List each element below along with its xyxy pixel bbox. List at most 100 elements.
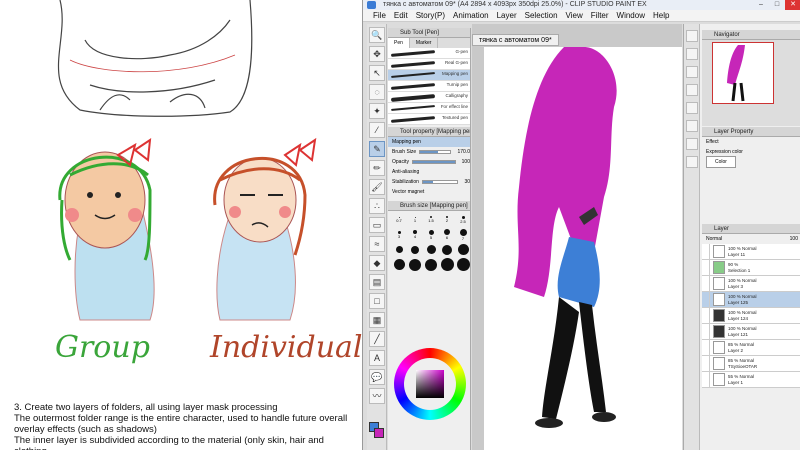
size-preset[interactable]: 0.7	[392, 213, 406, 226]
blend-mode-select[interactable]: Normal	[706, 234, 722, 244]
layer-opacity[interactable]: 100	[790, 234, 798, 244]
size-preset[interactable]: 5	[424, 228, 438, 241]
size-preset[interactable]	[424, 258, 438, 271]
layer-row[interactable]: 100 % Normal Layer 3	[702, 275, 800, 292]
menu-file[interactable]: File	[373, 10, 386, 21]
size-preset[interactable]	[440, 258, 454, 271]
balloon-tool-icon[interactable]: 💬	[369, 369, 385, 385]
menu-layer[interactable]: Layer	[497, 10, 517, 21]
brush-item-real-g-pen[interactable]: Real G-pen	[388, 59, 470, 70]
size-preset[interactable]: 2	[440, 213, 454, 226]
size-preset[interactable]	[408, 258, 422, 271]
panel-toggle-icon[interactable]	[686, 48, 698, 60]
size-preset[interactable]	[456, 258, 470, 271]
brush-item-g-pen[interactable]: G-pen	[388, 48, 470, 59]
frame-tool-icon[interactable]: ▦	[369, 312, 385, 328]
size-preset[interactable]	[424, 243, 438, 256]
zoom-tool-icon[interactable]: 🔍	[369, 27, 385, 43]
pen-tool-icon[interactable]: ✎	[369, 141, 385, 157]
gradient-tool-icon[interactable]: ▤	[369, 274, 385, 290]
blend-tool-icon[interactable]: ≈	[369, 236, 385, 252]
size-preset[interactable]: 7	[456, 228, 470, 241]
eraser-tool-icon[interactable]: ▭	[369, 217, 385, 233]
layer-row[interactable]: 85 % Normal TSySioeOTAR	[702, 355, 800, 372]
brush-size-slider[interactable]	[419, 150, 452, 154]
canvas-paper[interactable]	[484, 47, 682, 450]
opacity-row[interactable]: Opacity 100	[388, 157, 470, 167]
menu-help[interactable]: Help	[653, 10, 669, 21]
menu-story[interactable]: Story(P)	[416, 10, 445, 21]
brush-item-turnip-pen[interactable]: Turnip pen	[388, 81, 470, 92]
layer-row-selected[interactable]: 100 % Normal Layer 125	[702, 291, 800, 308]
tab-pen[interactable]: Pen	[388, 38, 410, 48]
size-preset[interactable]	[392, 243, 406, 256]
fill-tool-icon[interactable]: ◆	[369, 255, 385, 271]
correct-line-tool-icon[interactable]: 〰	[369, 388, 385, 404]
airbrush-tool-icon[interactable]: ∴	[369, 198, 385, 214]
panel-toggle-icon[interactable]	[686, 30, 698, 42]
panel-toggle-icon[interactable]	[686, 156, 698, 168]
brush-tool-icon[interactable]: 🖌	[369, 179, 385, 195]
size-preset[interactable]: 4	[408, 228, 422, 241]
minimize-button[interactable]: –	[753, 0, 769, 10]
expression-color-select[interactable]: Color	[702, 156, 800, 168]
layer-row[interactable]: 55 % Normal Layer 1	[702, 371, 800, 388]
layer-row[interactable]: 100 % Normal Layer 121	[702, 323, 800, 340]
maximize-button[interactable]: □	[769, 0, 785, 10]
menu-window[interactable]: Window	[617, 10, 645, 21]
panel-toggle-icon[interactable]	[686, 102, 698, 114]
close-button[interactable]: ✕	[785, 0, 800, 10]
brush-item-textured-pen[interactable]: Textured pen	[388, 114, 470, 125]
menu-view[interactable]: View	[566, 10, 583, 21]
ruler-tool-icon[interactable]: ╱	[369, 331, 385, 347]
lasso-tool-icon[interactable]: ◌	[369, 84, 385, 100]
sub-color-swatch[interactable]	[374, 428, 384, 438]
size-preset[interactable]	[408, 243, 422, 256]
panel-toggle-icon[interactable]	[686, 138, 698, 150]
layer-row[interactable]: 85 % Normal Layer 2	[702, 339, 800, 356]
blend-mode-row[interactable]: Normal 100	[702, 234, 800, 244]
caption-line-2: The outermost folder range is the entire…	[14, 413, 348, 424]
menu-edit[interactable]: Edit	[394, 10, 408, 21]
brush-size-row[interactable]: Brush Size 170.0	[388, 147, 470, 157]
menu-selection[interactable]: Selection	[525, 10, 558, 21]
panel-toggle-icon[interactable]	[686, 84, 698, 96]
stabilization-slider[interactable]	[421, 180, 459, 184]
color-saturation-square[interactable]	[416, 370, 444, 398]
stabilization-row[interactable]: Stabilization 30	[388, 177, 470, 187]
eyedropper-tool-icon[interactable]: ⁄	[369, 122, 385, 138]
tab-marker[interactable]: Marker	[410, 38, 439, 48]
operation-tool-icon[interactable]: ↖	[369, 65, 385, 81]
size-preset[interactable]	[456, 243, 470, 256]
menu-filter[interactable]: Filter	[591, 10, 609, 21]
navigator-preview[interactable]	[712, 42, 774, 104]
layer-row[interactable]: 90 % Selection 1	[702, 259, 800, 276]
layer-property-header: Layer Property	[702, 127, 800, 137]
opacity-slider[interactable]	[411, 160, 456, 164]
figure-tool-icon[interactable]: □	[369, 293, 385, 309]
size-preset[interactable]	[440, 243, 454, 256]
panel-toggle-icon[interactable]	[686, 120, 698, 132]
layer-row[interactable]: 100 % Normal Layer 11	[702, 243, 800, 260]
size-preset[interactable]: 2.5	[456, 213, 470, 226]
antialiasing-row[interactable]: Anti-aliasing	[388, 167, 470, 177]
wand-tool-icon[interactable]: ✦	[369, 103, 385, 119]
vector-magnet-row[interactable]: Vector magnet	[388, 187, 470, 197]
menu-animation[interactable]: Animation	[453, 10, 489, 21]
move-tool-icon[interactable]: ✥	[369, 46, 385, 62]
size-preset[interactable]	[392, 258, 406, 271]
brush-item-mapping-pen[interactable]: Mapping pen	[388, 70, 470, 81]
document-tab[interactable]: тянка с автоматом 09*	[472, 34, 559, 46]
brush-item-effect-line[interactable]: For effect line	[388, 103, 470, 114]
canvas-area[interactable]: тянка с автоматом 09*	[472, 24, 682, 450]
text-tool-icon[interactable]: A	[369, 350, 385, 366]
brush-item-calligraphy[interactable]: Calligraphy	[388, 92, 470, 103]
size-preset[interactable]: 1.5	[424, 213, 438, 226]
pencil-tool-icon[interactable]: ✏	[369, 160, 385, 176]
layer-row[interactable]: 100 % Normal Layer 124	[702, 307, 800, 324]
panel-toggle-icon[interactable]	[686, 66, 698, 78]
size-preset[interactable]: 1	[408, 213, 422, 226]
size-preset[interactable]: 3	[392, 228, 406, 241]
size-preset[interactable]: 6	[440, 228, 454, 241]
window-controls: – □ ✕	[753, 0, 800, 10]
